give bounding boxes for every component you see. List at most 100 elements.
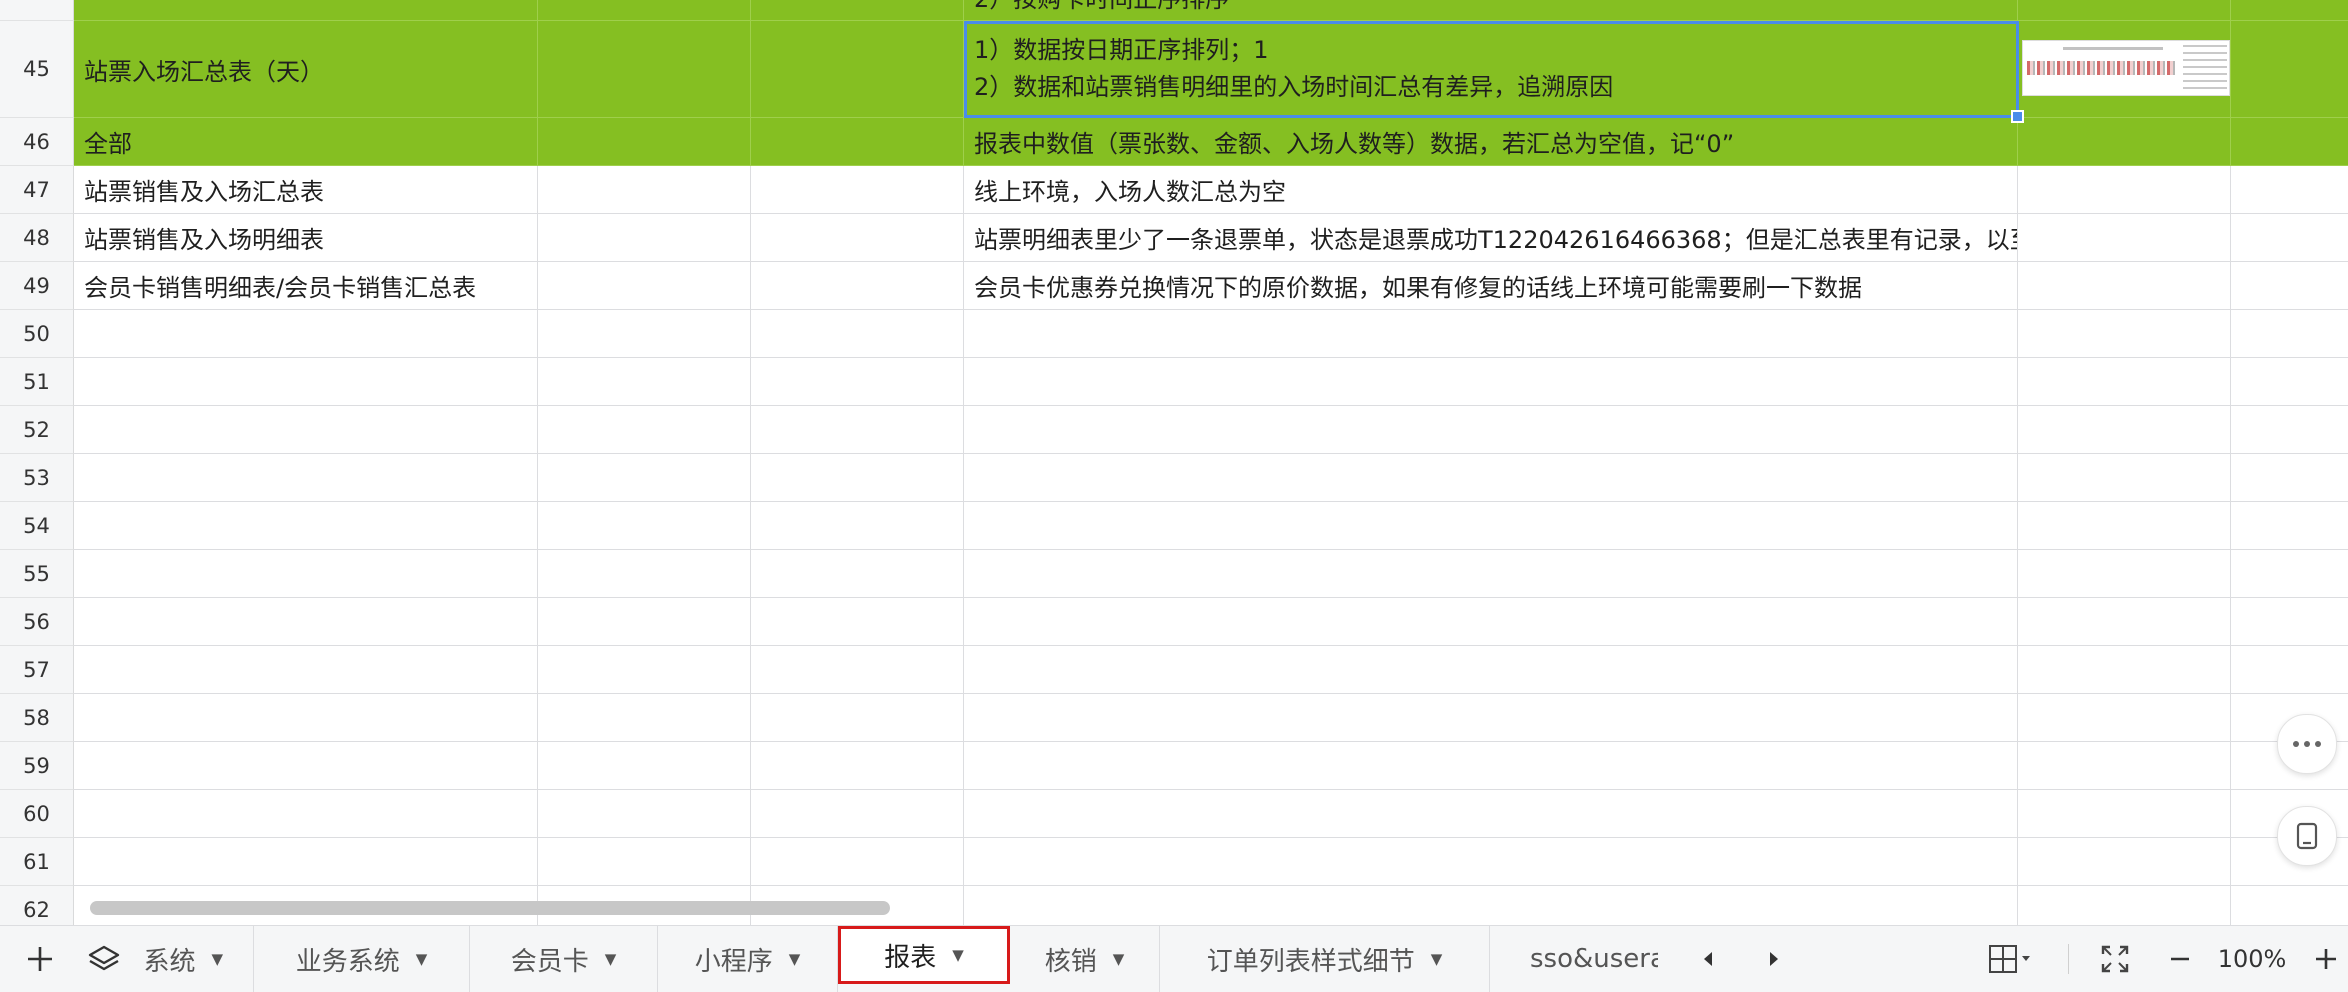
cell[interactable] xyxy=(538,214,751,262)
cell[interactable] xyxy=(751,742,964,790)
cell[interactable] xyxy=(2018,694,2231,742)
cell[interactable] xyxy=(964,550,2018,598)
row-header[interactable]: 52 xyxy=(0,406,74,454)
cell[interactable] xyxy=(74,646,538,694)
cell[interactable] xyxy=(74,598,538,646)
row-header[interactable]: 62 xyxy=(0,886,74,925)
cell[interactable] xyxy=(74,550,538,598)
cell[interactable] xyxy=(538,454,751,502)
caret-down-icon[interactable]: ▼ xyxy=(605,950,617,968)
zoom-level[interactable]: 100% xyxy=(2204,926,2300,992)
cell[interactable] xyxy=(2018,550,2231,598)
caret-down-icon[interactable]: ▼ xyxy=(211,950,223,968)
cell[interactable] xyxy=(538,694,751,742)
cell[interactable] xyxy=(751,838,964,886)
cell[interactable] xyxy=(2018,0,2231,21)
sheet-tab[interactable]: 业务系统 ▼ xyxy=(254,926,470,992)
cell[interactable]: 会员卡销售明细表/会员卡销售汇总表 xyxy=(74,262,538,310)
caret-down-icon[interactable]: ▼ xyxy=(1431,950,1443,968)
sheet-tab[interactable]: 报表 ▼ xyxy=(838,926,1010,984)
spreadsheet-grid[interactable]: 2）按购卡时间正序排序 45站票入场汇总表（天） 1）数据按日期正序排列；1 2）数据… xyxy=(0,0,2348,925)
cell[interactable] xyxy=(538,21,751,118)
cell[interactable] xyxy=(964,598,2018,646)
row-header[interactable]: 49 xyxy=(0,262,74,310)
next-sheet-icon[interactable] xyxy=(1754,926,1794,992)
cell[interactable] xyxy=(538,358,751,406)
cell[interactable] xyxy=(751,21,964,118)
cell[interactable]: 站票入场汇总表（天） xyxy=(74,21,538,118)
row-header[interactable]: 47 xyxy=(0,166,74,214)
cell[interactable] xyxy=(538,262,751,310)
cell[interactable] xyxy=(538,598,751,646)
cell[interactable] xyxy=(2018,598,2231,646)
add-sheet-icon[interactable] xyxy=(10,926,70,992)
row-header[interactable]: 55 xyxy=(0,550,74,598)
zoom-in-icon[interactable] xyxy=(2306,926,2346,992)
cell[interactable] xyxy=(74,310,538,358)
tablet-icon[interactable] xyxy=(2277,806,2337,866)
cell[interactable] xyxy=(2231,0,2348,21)
cell[interactable] xyxy=(538,406,751,454)
cell[interactable] xyxy=(74,742,538,790)
cell[interactable] xyxy=(2231,358,2348,406)
cell[interactable] xyxy=(2018,646,2231,694)
cell[interactable] xyxy=(74,406,538,454)
caret-down-icon[interactable]: ▼ xyxy=(789,950,801,968)
cell[interactable] xyxy=(74,454,538,502)
cell[interactable] xyxy=(751,406,964,454)
sheet-tab[interactable]: 小程序 ▼ xyxy=(658,926,838,992)
cell[interactable] xyxy=(2018,886,2231,925)
cell[interactable] xyxy=(2018,166,2231,214)
cell[interactable] xyxy=(538,166,751,214)
row-header[interactable]: 54 xyxy=(0,502,74,550)
cell[interactable] xyxy=(964,406,2018,454)
row-header[interactable]: 46 xyxy=(0,118,74,166)
cell[interactable] xyxy=(2018,790,2231,838)
more-icon[interactable] xyxy=(2277,714,2337,774)
cell[interactable] xyxy=(2231,550,2348,598)
cell[interactable]: 站票销售及入场汇总表 xyxy=(74,166,538,214)
cell[interactable] xyxy=(964,742,2018,790)
grid-view-icon[interactable] xyxy=(1980,926,2040,992)
cell[interactable] xyxy=(751,502,964,550)
cell[interactable] xyxy=(751,598,964,646)
cell[interactable] xyxy=(74,694,538,742)
cell[interactable] xyxy=(74,0,538,21)
cell[interactable] xyxy=(538,646,751,694)
cell[interactable] xyxy=(538,550,751,598)
cell[interactable] xyxy=(751,694,964,742)
fill-handle[interactable] xyxy=(2011,110,2024,123)
row-header[interactable]: 56 xyxy=(0,598,74,646)
cell[interactable] xyxy=(751,550,964,598)
cell[interactable] xyxy=(2231,598,2348,646)
cell[interactable] xyxy=(2231,502,2348,550)
prev-sheet-icon[interactable] xyxy=(1688,926,1728,992)
layers-icon[interactable] xyxy=(78,926,130,992)
cell[interactable] xyxy=(2018,742,2231,790)
cell[interactable] xyxy=(74,838,538,886)
cell[interactable] xyxy=(751,454,964,502)
cell[interactable] xyxy=(2231,310,2348,358)
cell[interactable] xyxy=(964,790,2018,838)
row-header[interactable]: 60 xyxy=(0,790,74,838)
cell[interactable] xyxy=(2231,214,2348,262)
cell[interactable] xyxy=(751,262,964,310)
row-header[interactable]: 48 xyxy=(0,214,74,262)
row-header[interactable] xyxy=(0,0,74,21)
horizontal-scrollbar[interactable] xyxy=(90,901,890,915)
row-header[interactable]: 45 xyxy=(0,21,74,118)
cell[interactable] xyxy=(2018,310,2231,358)
cell[interactable]: 1）数据按日期正序排列；1 2）数据和站票销售明细里的入场时间汇总有差异，追溯原因 xyxy=(964,21,2018,118)
row-header[interactable]: 58 xyxy=(0,694,74,742)
cell[interactable] xyxy=(2018,406,2231,454)
sheet-tab[interactable]: 订单列表样式细节 ▼ xyxy=(1160,926,1490,992)
cell[interactable] xyxy=(2018,454,2231,502)
cell[interactable] xyxy=(964,886,2018,925)
sheet-tab[interactable]: sso&useradmin xyxy=(1490,926,1658,992)
caret-down-icon[interactable]: ▼ xyxy=(1113,950,1125,968)
cell[interactable] xyxy=(2231,262,2348,310)
cell[interactable] xyxy=(751,310,964,358)
cell[interactable] xyxy=(2231,886,2348,925)
sheet-tab[interactable]: 系统 ▼ xyxy=(136,926,254,992)
cell[interactable]: 2）按购卡时间正序排序 xyxy=(964,0,2018,21)
